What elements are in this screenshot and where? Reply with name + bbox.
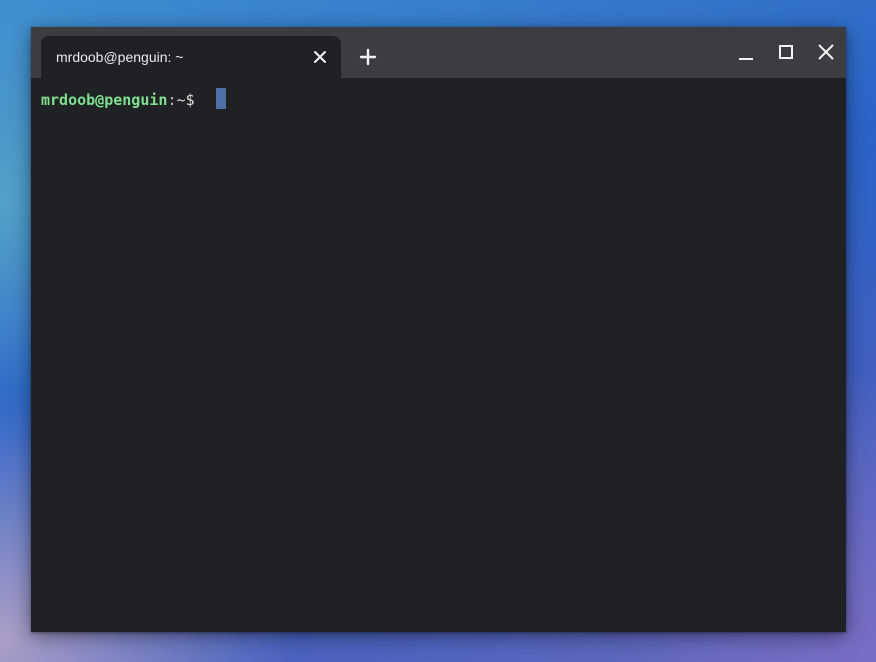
title-bar[interactable]: mrdoob@penguin: ~ xyxy=(31,27,846,78)
terminal-area[interactable]: mrdoob@penguin:~$ xyxy=(31,78,846,632)
text-cursor xyxy=(216,88,226,109)
prompt-user-host: mrdoob@penguin xyxy=(41,91,168,109)
prompt-line: mrdoob@penguin:~$ xyxy=(41,91,204,109)
tab-close-icon[interactable] xyxy=(311,48,329,66)
prompt-path: ~ xyxy=(176,91,186,109)
minimize-icon[interactable] xyxy=(735,41,757,63)
close-icon[interactable] xyxy=(815,41,837,63)
prompt-symbol: $ xyxy=(185,91,204,109)
tab-title: mrdoob@penguin: ~ xyxy=(56,49,184,65)
tab-terminal[interactable]: mrdoob@penguin: ~ xyxy=(41,36,341,78)
new-tab-plus-icon[interactable] xyxy=(357,46,379,68)
terminal-window: mrdoob@penguin: ~ mrdoob@penguin:~$ xyxy=(31,27,846,632)
maximize-icon[interactable] xyxy=(775,41,797,63)
